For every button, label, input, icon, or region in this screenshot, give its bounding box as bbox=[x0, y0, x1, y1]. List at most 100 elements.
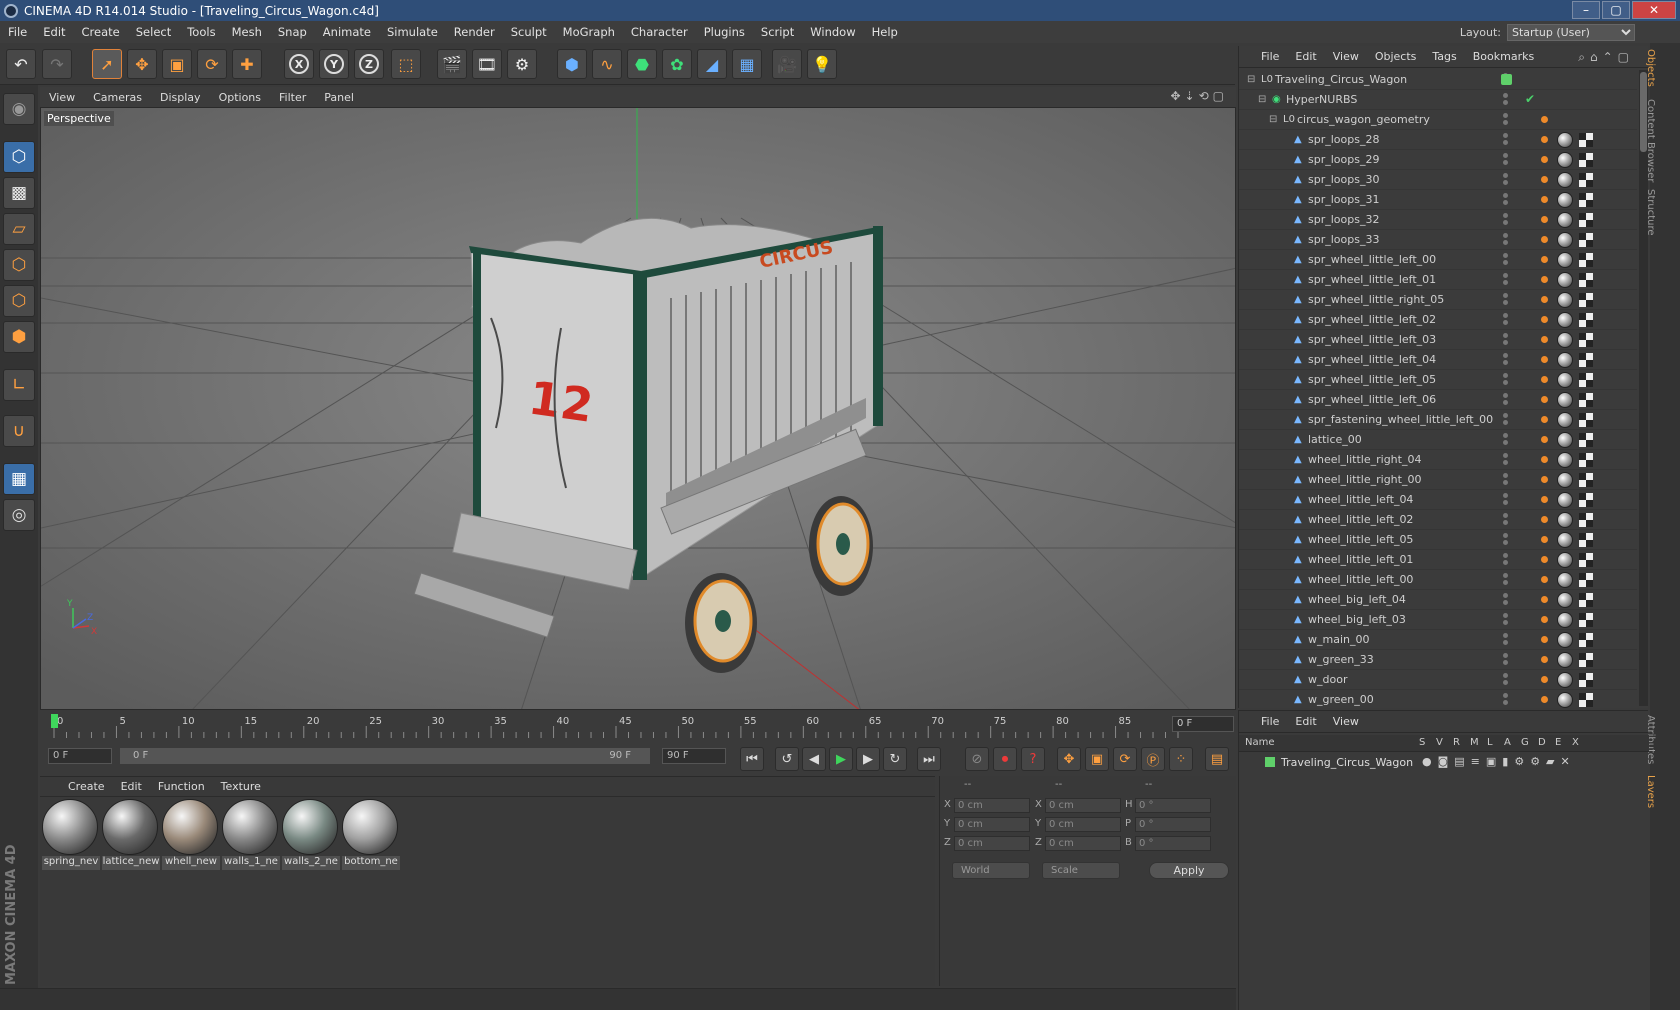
menu-animate[interactable]: Animate bbox=[315, 25, 379, 39]
expand-toggle-icon[interactable]: ⊟ bbox=[1269, 114, 1279, 125]
uvw-tag-icon[interactable] bbox=[1579, 153, 1593, 167]
uvw-tag-icon[interactable] bbox=[1579, 353, 1593, 367]
scale-icon[interactable]: ▣ bbox=[162, 49, 192, 79]
object-row[interactable]: ▲ wheel_little_left_01 bbox=[1239, 550, 1637, 570]
visibility-dots[interactable] bbox=[1501, 472, 1511, 488]
object-row[interactable]: ▲ spr_loops_29 bbox=[1239, 150, 1637, 170]
uvw-tag-icon[interactable] bbox=[1579, 673, 1593, 687]
phong-tag-icon[interactable] bbox=[1541, 496, 1548, 503]
maximize-button[interactable]: ▢ bbox=[1602, 1, 1630, 19]
rotate-icon[interactable]: ⟳ bbox=[197, 49, 227, 79]
z-axis-icon[interactable]: Z bbox=[354, 49, 384, 79]
texture-tag-icon[interactable] bbox=[1557, 352, 1573, 368]
phong-tag-icon[interactable] bbox=[1541, 456, 1548, 463]
viewport-menu-cameras[interactable]: Cameras bbox=[84, 91, 151, 104]
previous-frame-icon[interactable]: ◀ bbox=[802, 747, 826, 771]
coordinate-system-icon[interactable]: ⬚ bbox=[391, 49, 421, 79]
visibility-dots[interactable] bbox=[1501, 292, 1511, 308]
render-picture-viewer-icon[interactable]: 🎞 bbox=[472, 49, 502, 79]
menu-edit[interactable]: Edit bbox=[35, 25, 73, 39]
tab-structure[interactable]: Structure bbox=[1645, 189, 1656, 236]
texture-tag-icon[interactable] bbox=[1557, 252, 1573, 268]
viewport-menu-panel[interactable]: Panel bbox=[315, 91, 363, 104]
visibility-dots[interactable] bbox=[1501, 172, 1511, 188]
menu-create[interactable]: Create bbox=[74, 25, 128, 39]
phong-tag-icon[interactable] bbox=[1541, 396, 1548, 403]
coord-type-dropdown[interactable]: Scale bbox=[1042, 862, 1120, 879]
next-key-icon[interactable]: ↻ bbox=[883, 747, 907, 771]
menu-sculpt[interactable]: Sculpt bbox=[503, 25, 555, 39]
visibility-dots[interactable] bbox=[1501, 232, 1511, 248]
texture-tag-icon[interactable] bbox=[1557, 372, 1573, 388]
minimize-button[interactable]: – bbox=[1572, 1, 1600, 19]
texture-tag-icon[interactable] bbox=[1557, 572, 1573, 588]
x-axis-icon[interactable]: X bbox=[284, 49, 314, 79]
uvw-tag-icon[interactable] bbox=[1579, 533, 1593, 547]
object-row[interactable]: ▲ wheel_big_left_03 bbox=[1239, 610, 1637, 630]
uvw-tag-icon[interactable] bbox=[1579, 653, 1593, 667]
texture-tag-icon[interactable] bbox=[1557, 132, 1573, 148]
undo-icon[interactable]: ↶ bbox=[6, 49, 36, 79]
goto-end-icon[interactable]: ⏭ bbox=[917, 747, 941, 771]
uvw-tag-icon[interactable] bbox=[1579, 433, 1593, 447]
expand-toggle-icon[interactable]: ⊟ bbox=[1247, 74, 1257, 85]
menu-mesh[interactable]: Mesh bbox=[224, 25, 270, 39]
layer-menu-file[interactable]: File bbox=[1253, 715, 1287, 728]
uvw-tag-icon[interactable] bbox=[1579, 193, 1593, 207]
move-icon[interactable]: ✥ bbox=[127, 49, 157, 79]
menu-script[interactable]: Script bbox=[753, 25, 802, 39]
layout-dropdown[interactable]: Startup (User) bbox=[1507, 24, 1635, 41]
phong-tag-icon[interactable] bbox=[1541, 516, 1548, 523]
key-scale-icon[interactable]: ▣ bbox=[1085, 747, 1109, 771]
viewport-menu-display[interactable]: Display bbox=[151, 91, 210, 104]
material-swatch[interactable]: spring_nev bbox=[42, 799, 100, 871]
spline-pen-icon[interactable]: ∿ bbox=[592, 49, 622, 79]
texture-tag-icon[interactable] bbox=[1557, 512, 1573, 528]
end-frame-field[interactable]: 90 F bbox=[662, 748, 726, 764]
key-position-icon[interactable]: ✥ bbox=[1057, 747, 1081, 771]
visibility-dots[interactable] bbox=[1501, 692, 1511, 708]
uvw-tag-icon[interactable] bbox=[1579, 593, 1593, 607]
goto-start-icon[interactable]: ⏮ bbox=[740, 747, 764, 771]
uvw-tag-icon[interactable] bbox=[1579, 313, 1593, 327]
menu-simulate[interactable]: Simulate bbox=[379, 25, 446, 39]
object-row[interactable]: ▲ spr_wheel_little_left_02 bbox=[1239, 310, 1637, 330]
phong-tag-icon[interactable] bbox=[1541, 676, 1548, 683]
phong-tag-icon[interactable] bbox=[1541, 476, 1548, 483]
object-row[interactable]: ▲ spr_wheel_little_left_00 bbox=[1239, 250, 1637, 270]
phong-tag-icon[interactable] bbox=[1541, 596, 1548, 603]
visibility-dots[interactable] bbox=[1501, 572, 1511, 588]
add-icon[interactable]: ✚ bbox=[232, 49, 262, 79]
close-button[interactable]: ✕ bbox=[1632, 1, 1676, 19]
phong-tag-icon[interactable] bbox=[1541, 696, 1548, 703]
phong-tag-icon[interactable] bbox=[1541, 136, 1548, 143]
y-axis-icon[interactable]: Y bbox=[319, 49, 349, 79]
redo-icon[interactable]: ↷ bbox=[42, 49, 72, 79]
autokey-icon[interactable]: ⏺ bbox=[993, 747, 1017, 771]
phong-tag-icon[interactable] bbox=[1541, 336, 1548, 343]
model-mode-icon[interactable]: ⬡ bbox=[3, 141, 35, 173]
key-parameter-icon[interactable]: Ⓟ bbox=[1141, 747, 1165, 771]
phong-tag-icon[interactable] bbox=[1541, 636, 1548, 643]
texture-tag-icon[interactable] bbox=[1557, 552, 1573, 568]
menu-help[interactable]: Help bbox=[864, 25, 906, 39]
texture-tag-icon[interactable] bbox=[1557, 392, 1573, 408]
floor-icon[interactable]: ▦ bbox=[732, 49, 762, 79]
object-row[interactable]: ▲ wheel_big_left_04 bbox=[1239, 590, 1637, 610]
material-swatch[interactable]: walls_1_ne bbox=[222, 799, 280, 871]
uvw-tag-icon[interactable] bbox=[1579, 253, 1593, 267]
object-row[interactable]: ▲ wheel_little_right_00 bbox=[1239, 470, 1637, 490]
texture-tag-icon[interactable] bbox=[1557, 152, 1573, 168]
object-row[interactable]: ▲ wheel_little_right_04 bbox=[1239, 450, 1637, 470]
object-row[interactable]: ▲ spr_wheel_little_right_05 bbox=[1239, 290, 1637, 310]
object-row[interactable]: ▲ wheel_little_left_04 bbox=[1239, 490, 1637, 510]
menu-render[interactable]: Render bbox=[446, 25, 503, 39]
tab-content-browser[interactable]: Content Browser bbox=[1645, 99, 1656, 182]
visibility-dots[interactable] bbox=[1501, 312, 1511, 328]
visibility-dots[interactable] bbox=[1501, 552, 1511, 568]
material-swatch[interactable]: lattice_new bbox=[102, 799, 160, 871]
render-view-icon[interactable]: 🎬 bbox=[437, 49, 467, 79]
object-menu-view[interactable]: View bbox=[1325, 50, 1367, 63]
menu-plugins[interactable]: Plugins bbox=[696, 25, 753, 39]
camera-icon[interactable]: 🎥 bbox=[772, 49, 802, 79]
